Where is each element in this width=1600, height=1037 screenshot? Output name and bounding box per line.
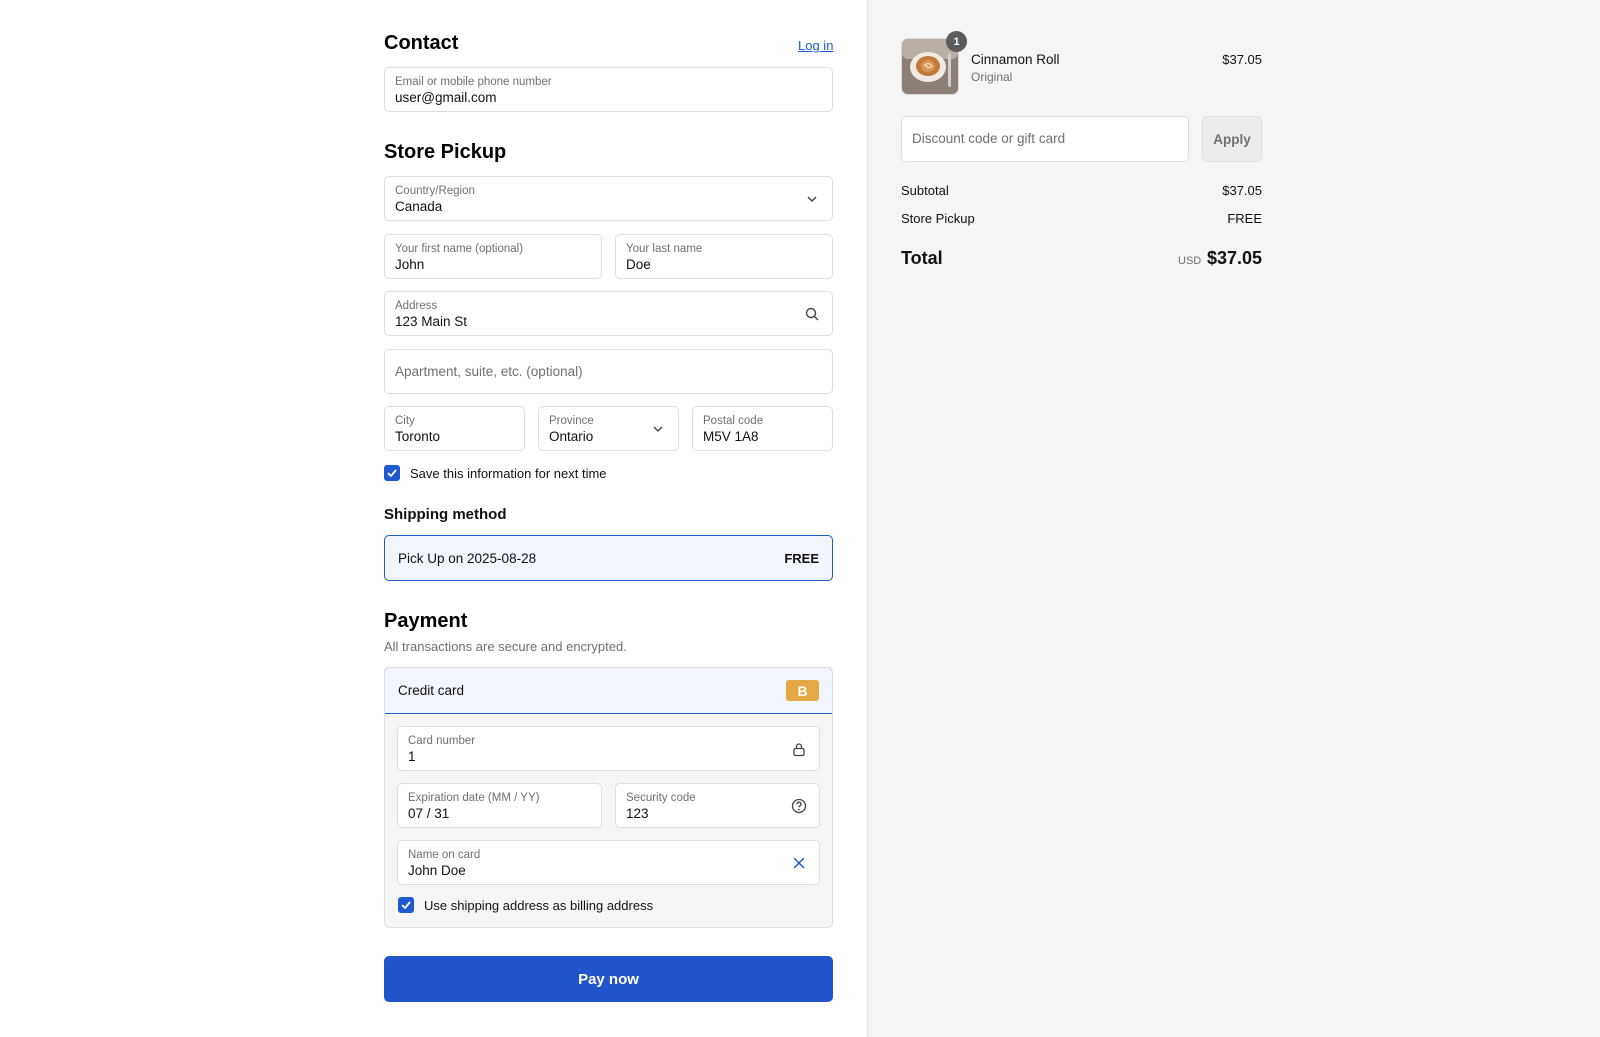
email-label: Email or mobile phone number [395, 76, 552, 88]
save-info-label: Save this information for next time [410, 466, 607, 481]
first-name-field[interactable]: Your first name (optional) John [384, 234, 602, 279]
billing-address-checkbox[interactable] [398, 897, 414, 913]
contact-heading: Contact [384, 32, 459, 54]
shipping-option-price: FREE [784, 551, 819, 566]
discount-code-input[interactable]: Discount code or gift card [901, 116, 1189, 162]
total-label: Total [901, 248, 943, 268]
country-select[interactable]: Country/Region Canada [384, 176, 833, 221]
expiration-date-label: Expiration date (MM / YY) [408, 792, 540, 804]
currency-code: USD [1178, 255, 1202, 267]
card-number-value: 1 [408, 749, 416, 764]
expiration-date-field[interactable]: Expiration date (MM / YY) 07 / 31 [397, 783, 602, 828]
search-icon [803, 305, 821, 323]
billing-address-label: Use shipping address as billing address [424, 898, 654, 913]
apartment-placeholder: Apartment, suite, etc. (optional) [395, 364, 583, 379]
product-price: $37.05 [1222, 52, 1262, 67]
address-field[interactable]: Address 123 Main St [384, 291, 833, 336]
country-label: Country/Region [395, 185, 475, 197]
city-field[interactable]: City Toronto [384, 406, 525, 451]
security-code-label: Security code [626, 792, 696, 804]
save-info-checkbox[interactable] [384, 465, 400, 481]
store-pickup-value: FREE [1227, 211, 1262, 226]
postal-code-label: Postal code [703, 415, 764, 427]
province-select[interactable]: Province Ontario [538, 406, 679, 451]
city-label: City [395, 415, 415, 427]
discount-code-placeholder: Discount code or gift card [912, 131, 1066, 146]
quantity-badge: 1 [946, 31, 967, 52]
address-value: 123 Main St [395, 314, 468, 329]
close-icon[interactable] [790, 854, 808, 872]
name-on-card-value: John Doe [408, 863, 466, 878]
province-label: Province [549, 415, 594, 427]
chevron-down-icon [803, 190, 821, 208]
credit-card-label: Credit card [398, 683, 465, 698]
help-circle-icon[interactable] [790, 797, 808, 815]
shipping-option[interactable]: Pick Up on 2025-08-28 FREE [384, 535, 833, 581]
store-pickup-heading: Store Pickup [384, 141, 507, 163]
first-name-value: John [395, 257, 425, 272]
credit-card-option[interactable]: Credit card B [385, 668, 832, 714]
subtotal-label: Subtotal [901, 183, 949, 198]
checkout-form-panel: Contact Log in Email or mobile phone num… [0, 0, 867, 1037]
province-value: Ontario [549, 429, 594, 444]
last-name-label: Your last name [626, 243, 703, 255]
security-code-field[interactable]: Security code 123 [615, 783, 820, 828]
name-on-card-label: Name on card [408, 849, 481, 861]
email-field[interactable]: Email or mobile phone number user@gmail.… [384, 67, 833, 112]
last-name-field[interactable]: Your last name Doe [615, 234, 833, 279]
first-name-label: Your first name (optional) [395, 243, 524, 255]
pay-now-button[interactable]: Pay now [384, 956, 833, 1002]
postal-code-value: M5V 1A8 [703, 429, 759, 444]
credit-card-panel: Credit card B Card number 1 Expiration d… [384, 667, 833, 928]
login-link[interactable]: Log in [798, 38, 833, 53]
postal-code-field[interactable]: Postal code M5V 1A8 [692, 406, 833, 451]
address-label: Address [395, 300, 438, 312]
shipping-method-heading: Shipping method [384, 506, 507, 523]
last-name-value: Doe [626, 257, 651, 272]
expiration-date-value: 07 / 31 [408, 806, 450, 821]
checkmark-icon [401, 901, 411, 909]
product-variant: Original [971, 70, 1013, 84]
apply-discount-button[interactable]: Apply [1202, 116, 1262, 162]
email-value: user@gmail.com [395, 90, 497, 105]
store-pickup-label: Store Pickup [901, 211, 975, 226]
payment-heading: Payment [384, 610, 468, 632]
payment-subtitle: All transactions are secure and encrypte… [384, 639, 627, 654]
card-brand-badge: B [786, 680, 819, 701]
name-on-card-field[interactable]: Name on card John Doe [397, 840, 820, 885]
shipping-option-name: Pick Up on 2025-08-28 [398, 551, 537, 566]
country-value: Canada [395, 199, 443, 214]
subtotal-value: $37.05 [1222, 183, 1262, 198]
chevron-down-icon [649, 420, 667, 438]
product-name: Cinnamon Roll [971, 52, 1060, 67]
checkmark-icon [387, 469, 397, 477]
apartment-field[interactable]: Apartment, suite, etc. (optional) [384, 349, 833, 394]
city-value: Toronto [395, 429, 441, 444]
card-number-field[interactable]: Card number 1 [397, 726, 820, 771]
total-value: $37.05 [1206, 248, 1262, 268]
card-number-label: Card number [408, 735, 476, 747]
security-code-value: 123 [626, 806, 649, 821]
lock-icon [790, 740, 808, 758]
